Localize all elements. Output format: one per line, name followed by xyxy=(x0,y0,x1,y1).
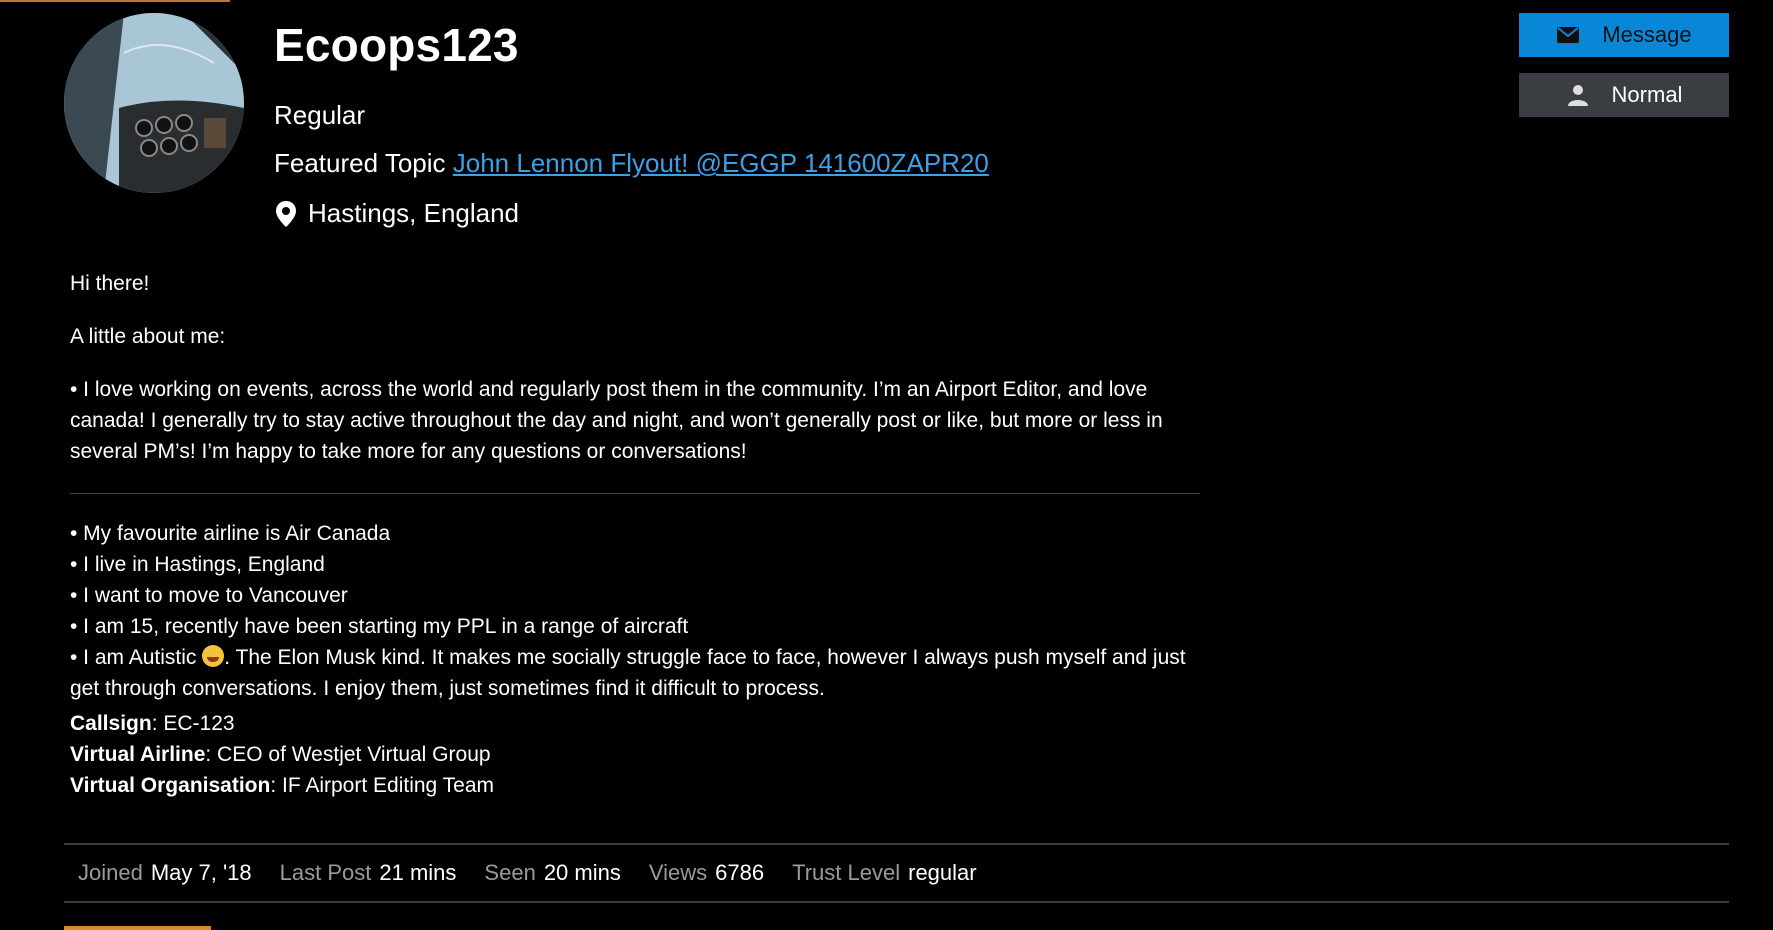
stat-trust-level: Trust Level regular xyxy=(792,860,977,885)
stat-last-post[interactable]: Last Post 21 mins xyxy=(280,860,457,886)
location-text: Hastings, England xyxy=(308,198,520,228)
user-icon xyxy=(1567,85,1588,106)
featured-topic-link[interactable]: John Lennon Flyout! @EGGP 141600ZAPR20 xyxy=(453,148,989,178)
bio-divider xyxy=(70,493,1200,494)
bio-bullet: • I live in Hastings, England xyxy=(70,553,325,576)
bio-bullets: • My favourite airline is Air Canada • I… xyxy=(70,518,1200,704)
cockpit-photo xyxy=(64,13,244,193)
location-pin-icon xyxy=(276,200,296,227)
profile-stats: Joined May 7, '18 Last Post 21 mins Seen 20… xyxy=(64,843,1729,903)
message-button[interactable]: Message xyxy=(1519,13,1729,57)
zany-face-emoji-icon xyxy=(202,645,225,667)
profile-location: Hastings, England xyxy=(274,198,519,229)
notification-level-button[interactable]: Normal xyxy=(1519,73,1729,117)
bio-bullet-autistic: • I am Autistic . The Elon Musk kind. It… xyxy=(70,645,1186,700)
avatar[interactable] xyxy=(64,13,244,193)
field-virtual-airline: Virtual Airline: CEO of Westjet Virtual … xyxy=(70,743,491,766)
message-button-label: Message xyxy=(1602,22,1692,47)
profile-username: Ecoops123 xyxy=(274,19,519,71)
top-accent-bar xyxy=(0,0,230,2)
notification-level-label: Normal xyxy=(1611,82,1683,107)
custom-fields: Callsign: EC-123 Virtual Airline: CEO of… xyxy=(70,708,494,801)
profile-bio: Hi there! A little about me: • I love wo… xyxy=(70,268,1200,704)
stat-joined: Joined May 7, '18 xyxy=(78,860,252,885)
bio-bullet: • My favourite airline is Air Canada xyxy=(70,522,391,545)
bio-bullet: • I want to move to Vancouver xyxy=(70,584,348,607)
bio-greeting: Hi there! xyxy=(70,272,150,295)
bio-bullet: • I am 15, recently have been starting m… xyxy=(70,615,689,638)
featured-topic-label: Featured Topic xyxy=(274,148,446,178)
profile-title: Regular xyxy=(274,100,366,130)
field-virtual-organisation: Virtual Organisation: IF Airport Editing… xyxy=(70,774,495,797)
stat-views: Views 6786 xyxy=(648,860,765,885)
envelope-icon xyxy=(1557,27,1580,43)
bio-about: A little about me: xyxy=(70,325,226,348)
stat-seen: Seen 20 mins xyxy=(484,860,621,885)
featured-topic: Featured Topic John Lennon Flyout! @EGGP… xyxy=(274,148,989,179)
active-tab-indicator xyxy=(64,926,211,930)
field-callsign: Callsign: EC-123 xyxy=(70,712,235,735)
bio-intro: • I love working on events, across the w… xyxy=(70,378,1163,463)
